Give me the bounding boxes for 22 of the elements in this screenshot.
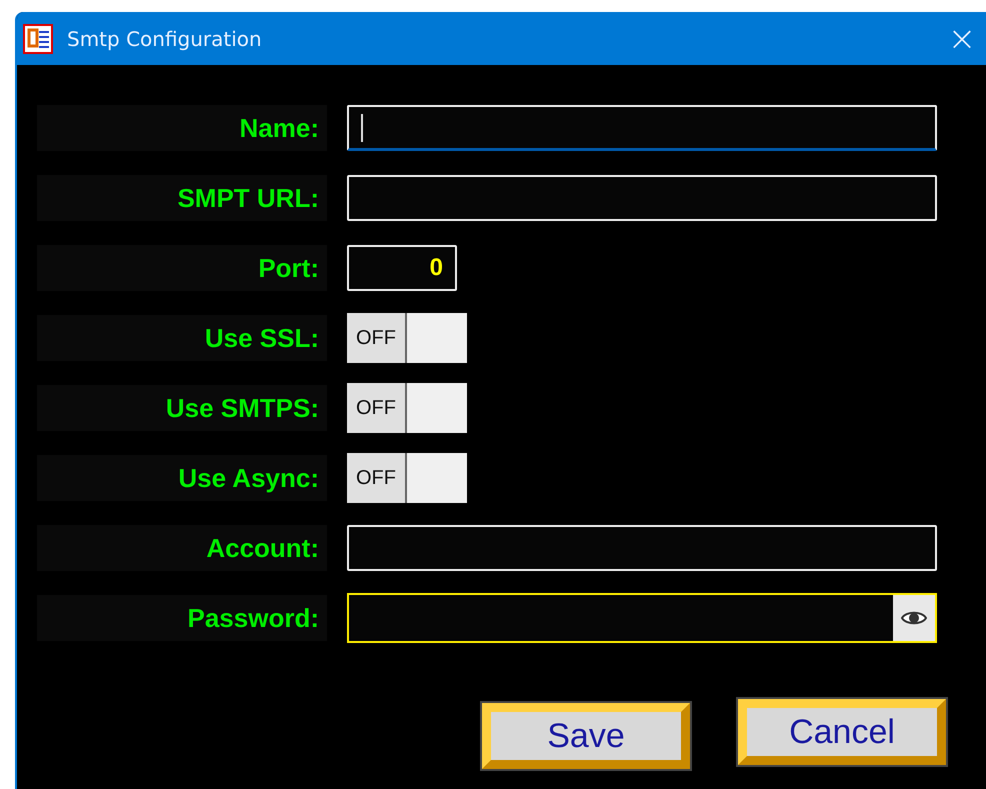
number-field[interactable]: 0 (347, 245, 457, 291)
save-button[interactable]: Save (482, 703, 690, 769)
password-field[interactable] (347, 593, 937, 643)
text-field[interactable] (347, 175, 937, 221)
toggle-switch[interactable]: OFF (347, 453, 467, 503)
window-title: Smtp Configuration (67, 26, 263, 50)
field-label: Password: (37, 595, 327, 641)
text-field[interactable] (347, 105, 937, 151)
cancel-button[interactable]: Cancel (738, 699, 946, 765)
field-label: Use Async: (37, 455, 327, 501)
field-label: SMPT URL: (37, 175, 327, 221)
toggle-switch[interactable]: OFF (347, 383, 467, 433)
text-field[interactable] (347, 525, 937, 571)
close-button[interactable]: × (940, 16, 984, 60)
field-label: Use SMTPS: (37, 385, 327, 431)
app-icon (23, 24, 53, 54)
field-label: Account: (37, 525, 327, 571)
eye-icon[interactable] (893, 595, 935, 641)
field-label: Name: (37, 105, 327, 151)
field-label: Use SSL: (37, 315, 327, 361)
toggle-switch[interactable]: OFF (347, 313, 467, 363)
field-label: Port: (37, 245, 327, 291)
